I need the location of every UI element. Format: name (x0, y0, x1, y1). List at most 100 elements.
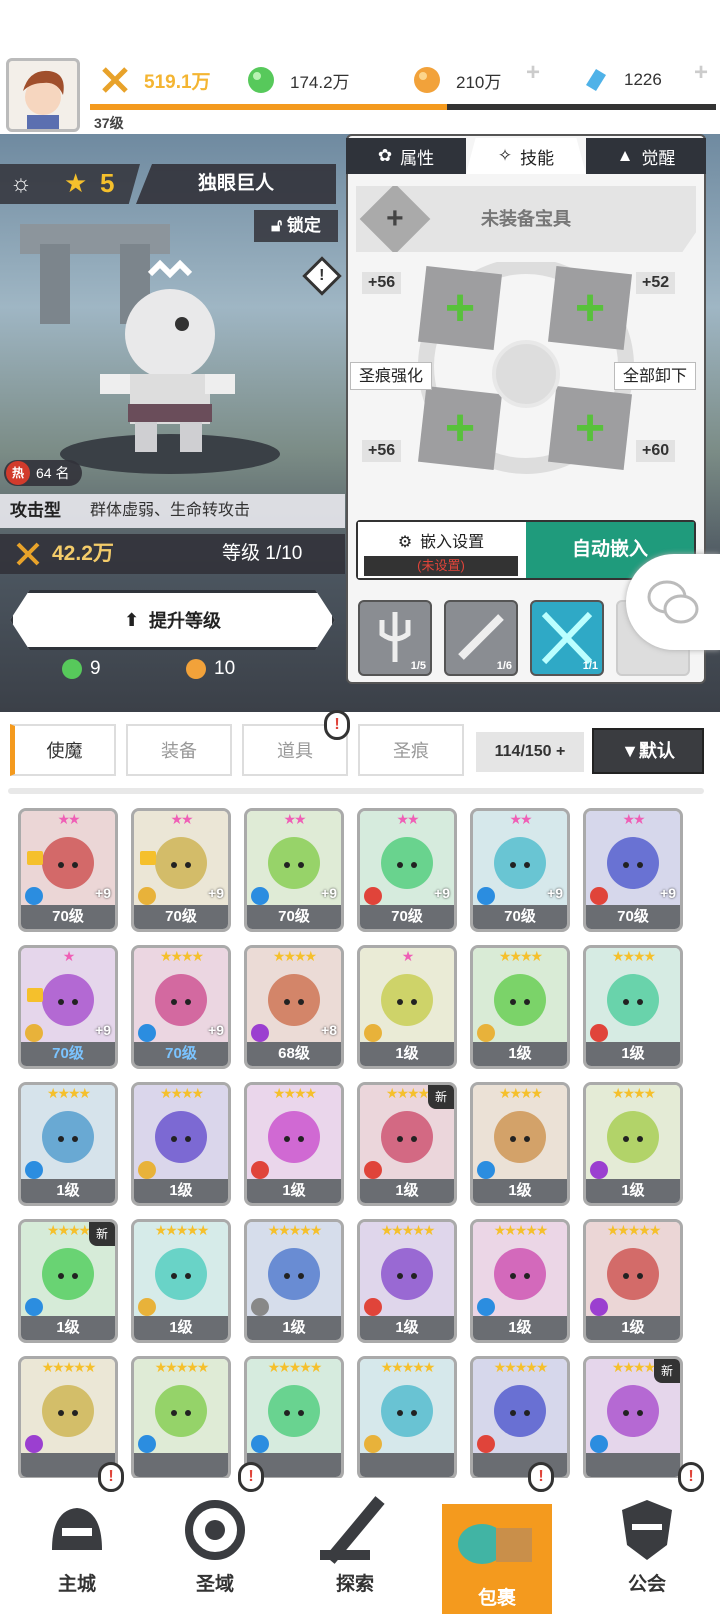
bag-icon (458, 1524, 532, 1564)
enhance-level: +9 (547, 885, 563, 901)
familiar-card[interactable]: ★★★★ +8 68级 (244, 945, 344, 1069)
player-avatar[interactable] (6, 58, 80, 132)
familiar-card[interactable]: ★★★★★ 1级 (357, 1219, 457, 1343)
star-rating: ★★ (170, 811, 193, 827)
star-rating: ★★★★ (159, 948, 204, 964)
skill-slot-3[interactable]: 1/1 (530, 600, 604, 676)
nav-label: 圣域 (195, 1574, 234, 1595)
upgrade-level-button[interactable]: ⬆ 提升等级 (10, 590, 335, 650)
familiar-card[interactable]: ★★★★★ 1级 (583, 1219, 683, 1343)
star-rating: ★★★★ (159, 1085, 204, 1101)
element-icon (477, 887, 495, 905)
familiar-card[interactable]: ★★ +9 70级 (244, 808, 344, 932)
nav-bag[interactable]: 包裹 (442, 1504, 552, 1614)
familiar-card[interactable]: ★★★★ 新 (583, 1356, 683, 1478)
diamond-value: 1226 (624, 70, 662, 89)
lock-button[interactable]: 🔓︎ 锁定 (254, 210, 338, 242)
stigmata-slot-4[interactable]: + (548, 386, 632, 470)
stigmata-slot-2[interactable]: + (548, 266, 632, 350)
nav-sanctuary[interactable]: 圣域 (160, 1490, 270, 1600)
familiar-level: 1级 (247, 1316, 341, 1340)
unequip-all-button[interactable]: 全部卸下 (614, 362, 697, 390)
familiar-level: 1级 (360, 1042, 454, 1066)
familiar-card[interactable]: ★★★★ 1级 (18, 1082, 118, 1206)
tab-familiars[interactable]: 使魔 (10, 724, 116, 776)
familiar-level (586, 1453, 680, 1477)
stigmata-slot-1[interactable]: + (418, 266, 502, 350)
element-icon (251, 1024, 269, 1042)
familiar-card[interactable]: ★★★★ 新 1级 (357, 1082, 457, 1206)
familiar-card[interactable]: ★★★★ 1级 (470, 945, 570, 1069)
familiar-card[interactable]: ★★★★ +9 70级 (131, 945, 231, 1069)
skill-slot-2[interactable]: 1/6 (444, 600, 518, 676)
familiar-level: 1级 (586, 1179, 680, 1203)
star-rating: ★★★★★ (41, 1359, 97, 1375)
familiar-card[interactable]: ★★ +9 70级 (18, 808, 118, 932)
hero-star-panel: ☼ ★ 5 (0, 164, 140, 204)
element-icon (590, 1161, 608, 1179)
familiar-card[interactable]: ★ 1级 (357, 945, 457, 1069)
add-gold-icon[interactable]: + (518, 58, 548, 88)
upgrade-cost-gold: 10 (186, 654, 235, 684)
familiar-card[interactable]: ★ +9 70级 (18, 945, 118, 1069)
gear-icon[interactable]: ☼ (10, 170, 32, 198)
diamond-icon (580, 65, 610, 95)
familiar-card[interactable]: ★★★★★ 1级 (131, 1219, 231, 1343)
alert-badge: ! (528, 1462, 554, 1492)
familiar-card[interactable]: ★★★★★ (244, 1356, 344, 1478)
chat-bubble-icon[interactable] (626, 554, 720, 650)
tab-stigmata[interactable]: 圣痕 (358, 724, 464, 776)
familiar-card[interactable]: ★★★★★ 1级 (470, 1219, 570, 1343)
sort-button[interactable]: ▼默认 (592, 728, 704, 774)
star-rating: ★★★★★ (267, 1222, 323, 1238)
familiar-card[interactable]: ★★★★★ (470, 1356, 570, 1478)
embed-settings-button[interactable]: ⚙ 嵌入设置 (未设置) (358, 522, 524, 578)
nav-guild[interactable]: 公会 (592, 1490, 702, 1600)
familiar-card[interactable]: ★★ +9 70级 (131, 808, 231, 932)
nav-main-city[interactable]: 主城 (22, 1490, 132, 1600)
familiar-level: 1级 (586, 1316, 680, 1340)
upgrade-label: 提升等级 (149, 611, 222, 631)
unequipped-label: 未装备宝具 (481, 209, 571, 229)
tab-skills[interactable]: ✧ 技能 (466, 138, 586, 174)
tab-awaken[interactable]: ▲ 觉醒 (586, 138, 706, 174)
familiar-card[interactable]: ★★★★ 1级 (583, 1082, 683, 1206)
familiar-card[interactable]: ★★★★★ 1级 (244, 1219, 344, 1343)
familiar-card[interactable]: ★★★★★ (357, 1356, 457, 1478)
familiar-level: 1级 (360, 1179, 454, 1203)
inventory-count[interactable]: 114/150 + (476, 732, 584, 772)
familiar-level: 70级 (134, 1042, 228, 1066)
element-icon (477, 1024, 495, 1042)
familiar-grid: ★★ +9 70级 ★★ +9 70级 ★★ +9 70级 ★★ +9 70级 ★★ +9 70级 ★★ +9 7… (0, 808, 720, 1478)
stigmata-enhance-button[interactable]: 圣痕强化 (350, 362, 433, 390)
familiar-level: 70级 (247, 905, 341, 929)
tab-label: 属性 (400, 148, 435, 168)
familiar-card[interactable]: ★★★★ 1级 (583, 945, 683, 1069)
familiar-card[interactable]: ★★★★ 1级 (244, 1082, 344, 1206)
gold-coin-icon (412, 65, 442, 95)
star-rating: ★★ (283, 811, 306, 827)
add-diamond-icon[interactable]: + (686, 58, 716, 88)
familiar-card[interactable]: ★★★★★ (18, 1356, 118, 1478)
star-rating: ★★★★ (498, 1085, 543, 1101)
familiar-card[interactable]: ★★ +9 70级 (357, 808, 457, 932)
star-rating: ★★ (396, 811, 419, 827)
tab-equipment[interactable]: 装备 (126, 724, 232, 776)
familiar-card[interactable]: ★★★★ 新 1级 (18, 1219, 118, 1343)
hero-type-desc: 群体虚弱、生命转攻击 (90, 502, 251, 519)
familiar-level: 1级 (134, 1316, 228, 1340)
slot-value-3: +56 (362, 440, 402, 462)
familiar-card[interactable]: ★★★★ 1级 (131, 1082, 231, 1206)
familiar-card[interactable]: ★★ +9 70级 (470, 808, 570, 932)
treasure-slot[interactable]: + 未装备宝具 (356, 186, 696, 252)
familiar-level: 70级 (21, 1042, 115, 1066)
familiar-card[interactable]: ★★★★ 1级 (470, 1082, 570, 1206)
enhance-level: +9 (434, 885, 450, 901)
familiar-card[interactable]: ★★ +9 70级 (583, 808, 683, 932)
skill-slot-1[interactable]: 1/5 (358, 600, 432, 676)
familiar-card[interactable]: ★★★★★ (131, 1356, 231, 1478)
xp-bar-fill (90, 104, 447, 110)
nav-explore[interactable]: 探索 (300, 1490, 410, 1600)
tab-attributes[interactable]: ✿ 属性 (346, 138, 466, 174)
stigmata-slot-3[interactable]: + (418, 386, 502, 470)
